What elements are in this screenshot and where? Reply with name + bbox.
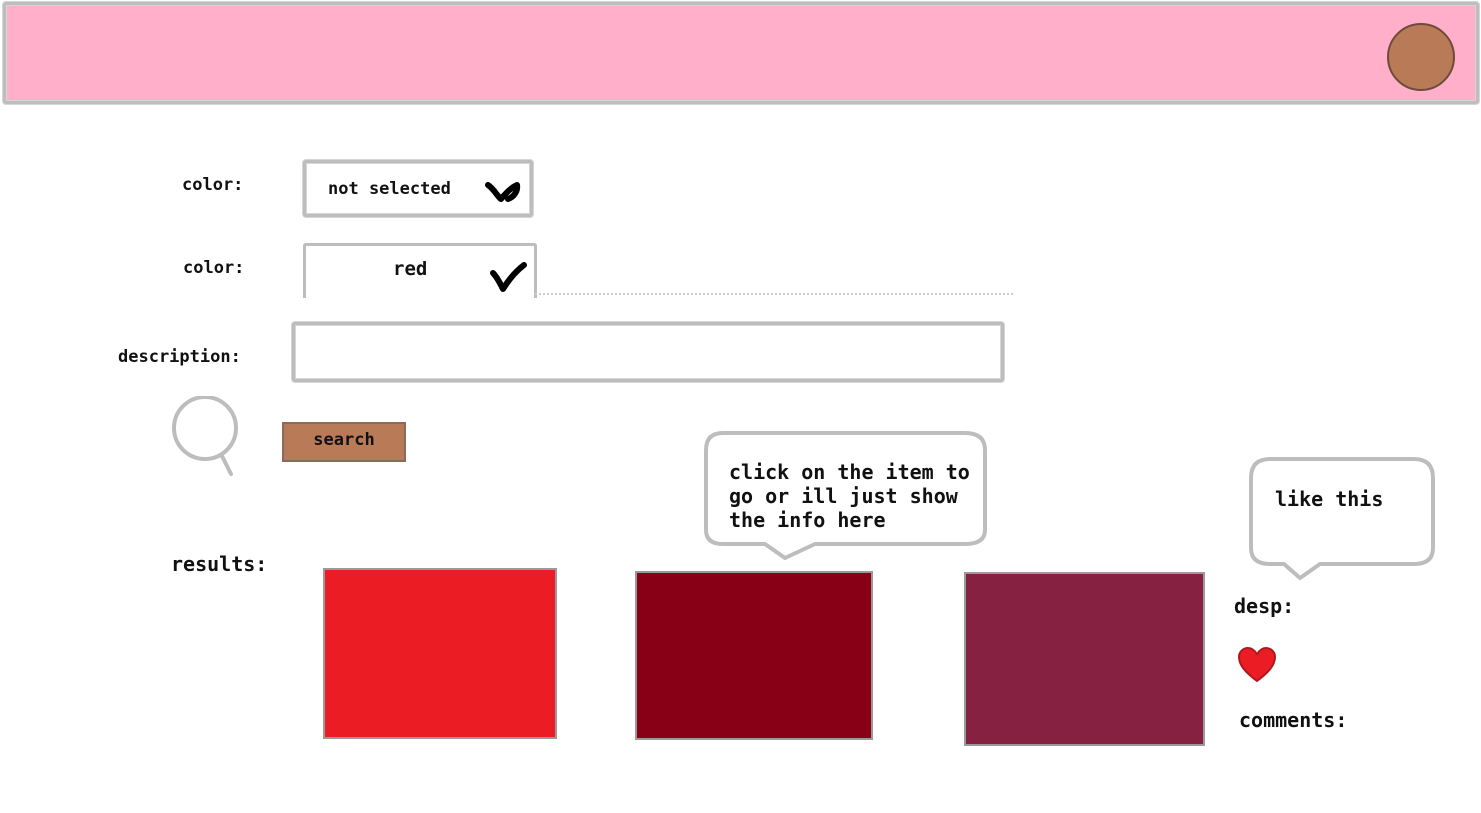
description-input[interactable] [292, 322, 1004, 382]
chevron-down-icon [485, 182, 521, 202]
color-select-1-value: not selected [328, 179, 451, 199]
hint-bubble-item-text: click on the item to go or ill just show… [729, 460, 970, 532]
hint-bubble-item: click on the item to go or ill just show… [703, 430, 988, 560]
hint-bubble-like-text: like this [1275, 487, 1384, 511]
divider-line [535, 293, 1013, 295]
speech-bubble-shape [1249, 457, 1435, 580]
description-label: description: [118, 347, 241, 367]
checkmark-icon [490, 262, 527, 292]
search-button[interactable]: search [282, 422, 406, 462]
color-label-1: color: [182, 175, 244, 195]
results-label: results: [171, 552, 268, 576]
color-select-1[interactable]: not selected [303, 160, 533, 217]
result-item[interactable] [964, 572, 1205, 746]
search-icon[interactable] [168, 396, 248, 478]
result-item[interactable] [323, 568, 557, 739]
avatar-icon[interactable] [1387, 23, 1455, 91]
result-item[interactable] [635, 571, 873, 740]
header-bar [3, 2, 1479, 104]
heart-icon[interactable] [1237, 646, 1277, 684]
color-select-2[interactable]: red [303, 243, 537, 298]
color-select-2-value: red [393, 258, 428, 280]
comments-label: comments: [1239, 708, 1348, 732]
desp-label: desp: [1234, 594, 1295, 618]
color-label-2: color: [183, 258, 245, 278]
hint-bubble-like: like this [1248, 456, 1438, 582]
